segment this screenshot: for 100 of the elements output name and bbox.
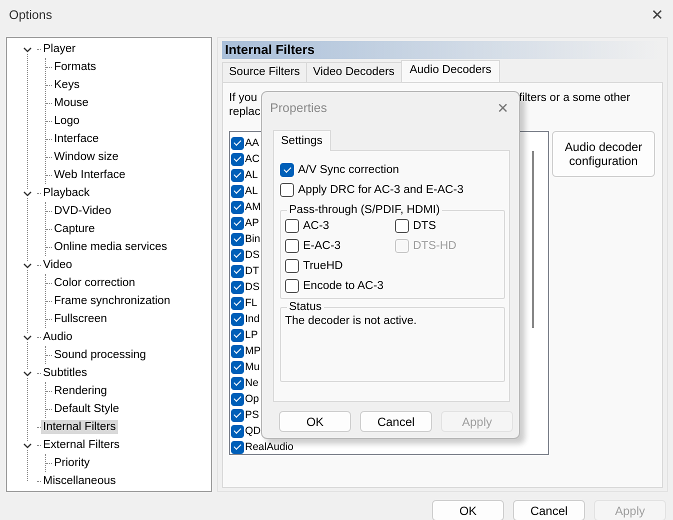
- checkbox[interactable]: [231, 408, 244, 422]
- dialog-button[interactable]: OK: [432, 500, 504, 520]
- chevron-down-icon[interactable]: [22, 368, 32, 378]
- checkbox-label: Encode to AC-3: [303, 280, 384, 292]
- window-title: Options: [9, 8, 52, 22]
- tab[interactable]: Audio Decoders: [400, 60, 500, 82]
- hint-text: replac: [229, 105, 260, 119]
- tree-item[interactable]: Rendering: [52, 384, 110, 398]
- tree-item[interactable]: Online media services: [52, 240, 170, 254]
- checkbox[interactable]: [231, 264, 244, 278]
- tree-item[interactable]: Fullscreen: [52, 312, 110, 326]
- group-title: Status: [288, 301, 323, 313]
- checkbox[interactable]: [231, 328, 244, 342]
- tree-item[interactable]: DVD-Video: [52, 204, 114, 218]
- tree-item[interactable]: Frame synchronization: [52, 294, 172, 308]
- hint-text: filters or a some other: [519, 91, 630, 105]
- close-icon[interactable]: ✕: [651, 6, 664, 24]
- tree-item[interactable]: Mouse: [52, 96, 91, 110]
- tree-item[interactable]: Formats: [52, 60, 98, 74]
- checkbox-label: Ne: [245, 377, 258, 389]
- checkbox[interactable]: [231, 296, 244, 310]
- checkbox[interactable]: [231, 424, 244, 438]
- tree-item[interactable]: Logo: [52, 114, 82, 128]
- tree-item[interactable]: Subtitles: [41, 366, 90, 380]
- checkbox-label: LP: [245, 329, 258, 341]
- tree-item[interactable]: Playback: [41, 186, 92, 200]
- tree-item[interactable]: Interface: [52, 132, 101, 146]
- checkbox[interactable]: [285, 219, 299, 233]
- checkbox[interactable]: [231, 136, 244, 150]
- chevron-down-icon[interactable]: [22, 188, 32, 198]
- checkbox[interactable]: [231, 168, 244, 182]
- checkbox[interactable]: [280, 163, 294, 177]
- checkbox-label: AA: [245, 137, 260, 149]
- dialog-title: Properties: [270, 100, 327, 114]
- checkbox[interactable]: [231, 440, 244, 454]
- tree-item[interactable]: Player: [41, 42, 78, 56]
- checkbox-label: QD: [245, 425, 261, 437]
- checkbox[interactable]: [231, 248, 244, 262]
- chevron-down-icon[interactable]: [22, 260, 32, 270]
- tree-item[interactable]: Default Style: [52, 402, 122, 416]
- checkbox-label: AP: [245, 217, 260, 229]
- checkbox-label: AC: [245, 153, 260, 165]
- config-button[interactable]: Audio decoder configuration: [552, 131, 655, 177]
- tree-item[interactable]: Capture: [52, 222, 97, 236]
- dialog-button[interactable]: Cancel: [360, 411, 432, 432]
- scrollbar-thumb[interactable]: [532, 151, 534, 328]
- checkbox-label: Mu: [245, 361, 260, 373]
- chevron-down-icon[interactable]: [22, 332, 32, 342]
- checkbox-label: Op: [245, 393, 260, 405]
- checkbox[interactable]: [231, 152, 244, 166]
- tree-item[interactable]: External Filters: [41, 438, 122, 452]
- checkbox-label: FL: [245, 297, 258, 309]
- checkbox-label: DTS: [413, 220, 436, 232]
- checkbox[interactable]: [231, 232, 244, 246]
- checkbox[interactable]: [231, 344, 244, 358]
- checkbox-label: DT: [245, 265, 259, 277]
- checkbox-label: DTS-HD: [413, 240, 456, 252]
- tree-item[interactable]: Color correction: [52, 276, 138, 290]
- tree-item[interactable]: Web Interface: [52, 168, 128, 182]
- checkbox-label: AL: [245, 169, 258, 181]
- close-icon[interactable]: ✕: [497, 100, 509, 116]
- tree-item[interactable]: Priority: [52, 456, 92, 470]
- checkbox[interactable]: [231, 360, 244, 374]
- checkbox-label: TrueHD: [303, 260, 343, 272]
- tree-item[interactable]: Internal Filters: [41, 420, 118, 434]
- group-title: Pass-through (S/PDIF, HDMI): [288, 204, 441, 216]
- checkbox[interactable]: [231, 200, 244, 214]
- checkbox-label: Ind: [245, 313, 260, 325]
- tab[interactable]: Settings: [273, 130, 331, 151]
- checkbox[interactable]: [231, 184, 244, 198]
- hint-text: If you: [229, 91, 258, 105]
- tree-item[interactable]: Keys: [52, 78, 82, 92]
- checkbox[interactable]: [231, 312, 244, 326]
- checkbox-label: E-AC-3: [303, 240, 341, 252]
- tree-item[interactable]: Sound processing: [52, 348, 148, 362]
- checkbox[interactable]: [285, 259, 299, 273]
- tree-item[interactable]: Video: [41, 258, 74, 272]
- checkbox[interactable]: [231, 280, 244, 294]
- checkbox[interactable]: [285, 279, 299, 293]
- checkbox[interactable]: [231, 392, 244, 406]
- tree-item[interactable]: Audio: [41, 330, 74, 344]
- dialog-button[interactable]: Cancel: [513, 500, 585, 520]
- checkbox[interactable]: [231, 216, 244, 230]
- tree-item[interactable]: Miscellaneous: [41, 474, 118, 488]
- checkbox-label: Bin: [245, 233, 260, 245]
- chevron-down-icon[interactable]: [22, 44, 32, 54]
- tab[interactable]: Source Filters: [222, 62, 307, 82]
- checkbox-label: PS: [245, 409, 260, 421]
- checkbox[interactable]: [280, 183, 294, 197]
- checkbox-label: AM: [245, 201, 261, 213]
- checkbox[interactable]: [395, 219, 409, 233]
- checkbox[interactable]: [231, 376, 244, 390]
- checkbox-label: MP: [245, 345, 261, 357]
- checkbox-label: RealAudio: [245, 441, 294, 453]
- checkbox-label: AL: [245, 185, 258, 197]
- tree-item[interactable]: Window size: [52, 150, 121, 164]
- checkbox-label: AC-3: [303, 220, 330, 232]
- checkbox[interactable]: [285, 239, 299, 253]
- chevron-down-icon[interactable]: [22, 440, 32, 450]
- dialog-button[interactable]: OK: [279, 411, 351, 432]
